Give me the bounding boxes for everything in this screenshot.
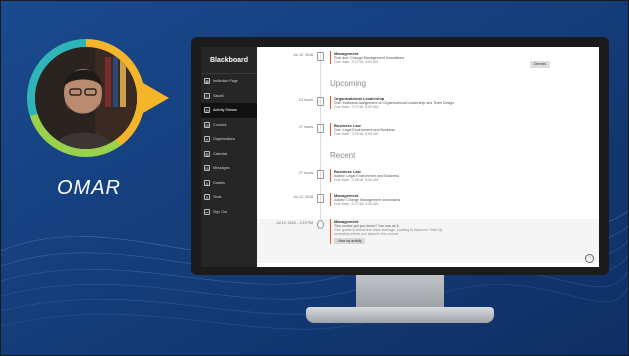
alert-line-3: reviewing where you stand in the course. (334, 232, 400, 236)
sidebar-item-courses[interactable]: ▤ Courses (201, 118, 257, 133)
item-due: Due Date: 7/19/18, 5:00 AM (334, 132, 379, 136)
sidebar-item-organizations[interactable]: ⚭ Organizations (201, 132, 257, 147)
document-icon (317, 124, 324, 133)
user-icon: ☺ (204, 92, 210, 99)
item-due: Due Date: 7/17/18, 5:00 AM (334, 105, 379, 109)
signout-icon: ↦ (204, 208, 210, 215)
document-icon (317, 97, 324, 106)
item-due: Due Date: 7/17/18, 5:00 AM (334, 60, 379, 64)
view-my-activity-button[interactable]: View my activity (334, 238, 366, 244)
sidebar-item-label: Sakaili (213, 93, 224, 98)
people-icon: ⚭ (204, 136, 210, 143)
item-due: Due Date: 7/19/18, 5:00 AM (334, 178, 379, 182)
sidebar: Blackboard ▦ Institution Page ☺ Sakaili ◎ A… (201, 47, 257, 267)
sidebar-item-messages[interactable]: ✉ Messages (201, 161, 257, 176)
stream-item[interactable]: 23 hours Organizational Leadership Due: … (257, 96, 599, 120)
alert-icon (317, 220, 324, 229)
sidebar-item-activity-stream[interactable]: ◎ Activity Stream (201, 103, 257, 118)
document-icon (317, 52, 324, 61)
presenter-name: OMAR (57, 177, 121, 199)
stream-item[interactable]: Jul 12, 2018 Management Added: Change Ma… (257, 193, 599, 217)
sidebar-item-profile[interactable]: ☺ Sakaili (201, 89, 257, 104)
stream-item[interactable]: 27 hours Business Law Due: Legal Environ… (257, 123, 599, 147)
institution-icon: ▦ (204, 78, 210, 85)
sidebar-item-sign-out[interactable]: ↦ Sign Out (201, 205, 257, 220)
presenter-avatar (27, 39, 169, 161)
monitor: Blackboard ▦ Institution Page ☺ Sakaili ◎ A… (191, 37, 609, 275)
person-silhouette-icon (35, 47, 137, 149)
sidebar-item-label: Sign Out (213, 209, 227, 214)
sidebar-item-institution-page[interactable]: ▦ Institution Page (201, 74, 257, 89)
avatar-pointer (143, 83, 169, 113)
sidebar-item-label: Organizations (213, 137, 236, 142)
sidebar-item-label: Institution Page (213, 79, 238, 84)
item-body: Business Law Added: Legal Environment an… (330, 169, 399, 182)
item-date: Jul 12, 2018 – 2:15 PM (276, 221, 313, 225)
screen: Blackboard ▦ Institution Page ☺ Sakaili ◎ A… (201, 47, 599, 267)
sidebar-item-label: Messages (213, 166, 230, 171)
activity-stream: Jul 12, 2018 Management Post due: Change… (257, 47, 599, 267)
sidebar-item-label: Grades (213, 180, 225, 185)
stream-item-grade-alert[interactable]: Jul 12, 2018 – 2:15 PM Management This c… (257, 219, 599, 263)
section-recent: Recent (330, 151, 356, 160)
tools-icon: ✕ (204, 194, 210, 201)
help-icon[interactable]: ? (585, 254, 594, 263)
item-date: 27 hours (299, 125, 313, 129)
avatar-photo (35, 47, 137, 149)
item-body: Management This course got you down? You… (330, 219, 442, 244)
monitor-stand-neck (356, 275, 444, 309)
item-due: Due Date: 7/17/18, 5:00 AM (334, 202, 379, 206)
monitor-stand-base (306, 307, 494, 323)
document-icon (317, 170, 324, 179)
video-frame: OMAR Blackboard ▦ Institution Page ☺ Sakai… (0, 0, 629, 356)
stream-item[interactable]: 27 hours Business Law Added: Legal Envir… (257, 169, 599, 193)
sidebar-item-tools[interactable]: ✕ Tools (201, 190, 257, 205)
sidebar-item-calendar[interactable]: ▥ Calendar (201, 147, 257, 162)
document-icon (317, 194, 324, 203)
item-date: 23 hours (299, 98, 313, 102)
item-body: Management Added: Change Management Inno… (330, 193, 400, 206)
globe-icon: ◎ (204, 107, 210, 114)
sidebar-item-grades[interactable]: A Grades (201, 176, 257, 191)
sidebar-item-label: Tools (213, 195, 222, 200)
book-icon: ▤ (204, 121, 210, 128)
sidebar-item-label: Activity Stream (213, 108, 237, 113)
sidebar-item-label: Courses (213, 122, 227, 127)
item-body: Management Post due: Change Management I… (330, 51, 404, 64)
calendar-icon: ▥ (204, 150, 210, 157)
sidebar-item-label: Calendar (213, 151, 228, 156)
item-body: Organizational Leadership Due: Individua… (330, 96, 454, 109)
brand-logo: Blackboard (201, 47, 257, 74)
grades-icon: A (204, 179, 210, 186)
mail-icon: ✉ (204, 165, 210, 172)
item-body: Business Law Due: Legal Environment and … (330, 123, 395, 136)
item-date: 27 hours (299, 171, 313, 175)
item-date: Jul 12, 2018 (293, 53, 313, 57)
dismiss-button[interactable]: Dismiss (530, 61, 550, 68)
item-date: Jul 12, 2018 (293, 195, 313, 199)
stream-item-overdue[interactable]: Jul 12, 2018 Management Post due: Change… (257, 51, 599, 75)
section-upcoming: Upcoming (330, 79, 367, 88)
